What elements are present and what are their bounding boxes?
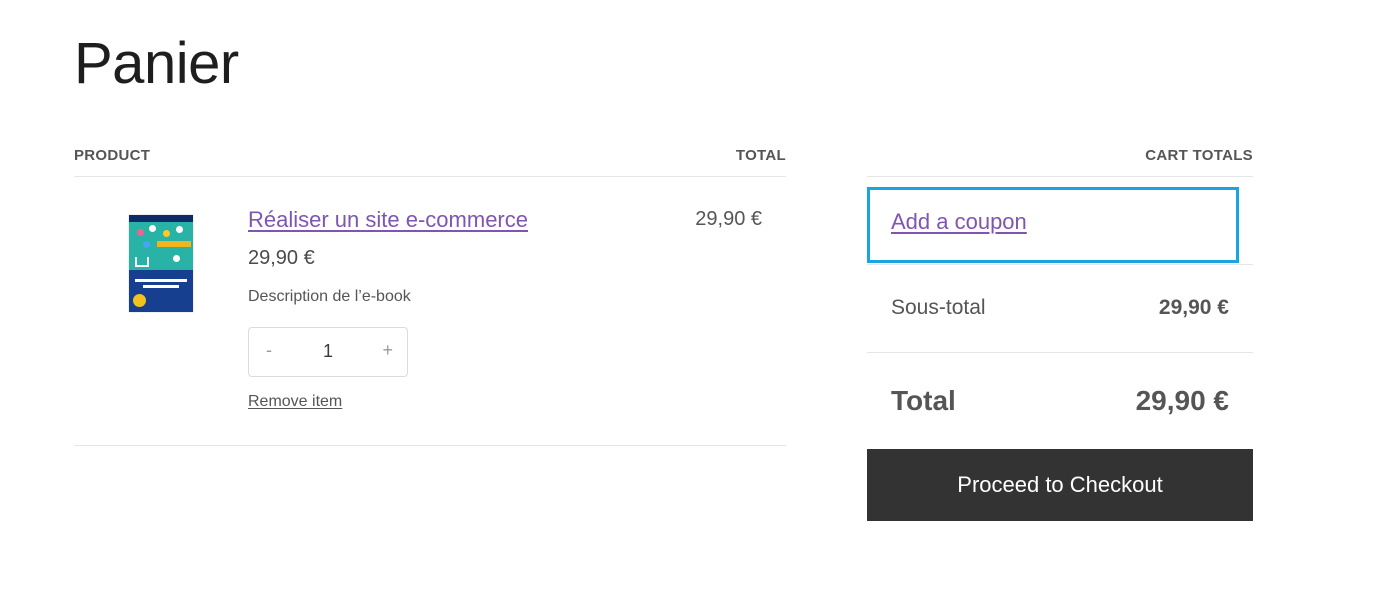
cart-totals-header: CART TOTALS bbox=[867, 140, 1253, 177]
thumbnail-dot bbox=[149, 225, 156, 232]
total-value: 29,90 € bbox=[1135, 385, 1229, 416]
thumbnail-dot bbox=[176, 226, 183, 233]
subtotal-value: 29,90 € bbox=[1158, 296, 1229, 319]
thumbnail-dot bbox=[173, 255, 180, 262]
thumbnail-top-band bbox=[129, 215, 193, 222]
cart-item-row: Réaliser un site e-commerce 29,90 € Desc… bbox=[74, 177, 786, 446]
remove-item-link[interactable]: Remove item bbox=[248, 393, 342, 411]
thumbnail-badge bbox=[133, 294, 146, 307]
cart-totals-panel: CART TOTALS Add a coupon Sous-total 29,9… bbox=[867, 140, 1253, 521]
thumbnail-title-line bbox=[135, 279, 187, 282]
quantity-stepper[interactable]: - 1 + bbox=[248, 327, 408, 377]
column-header-total: TOTAL bbox=[735, 147, 786, 164]
column-header-product: PRODUCT bbox=[74, 147, 151, 164]
subtotal-label: Sous-total bbox=[891, 296, 986, 319]
cart-table-header: PRODUCT TOTAL bbox=[74, 140, 786, 177]
product-thumbnail[interactable] bbox=[129, 215, 193, 312]
cart-page: Panier PRODUCT TOTAL Réaliser un site e-… bbox=[0, 0, 1382, 612]
product-description: Description de l’e-book bbox=[248, 288, 411, 305]
thumbnail-dot bbox=[163, 230, 170, 237]
coupon-highlight-box: Add a coupon bbox=[867, 187, 1239, 263]
divider bbox=[867, 352, 1253, 353]
quantity-increase-button[interactable]: + bbox=[382, 340, 393, 361]
proceed-to-checkout-button[interactable]: Proceed to Checkout bbox=[867, 449, 1253, 521]
product-name-link[interactable]: Réaliser un site e-commerce bbox=[248, 207, 528, 233]
thumbnail-ribbon bbox=[157, 241, 191, 247]
line-total: 29,90 € bbox=[695, 208, 762, 230]
thumbnail-dot bbox=[143, 241, 150, 248]
add-coupon-link[interactable]: Add a coupon bbox=[891, 209, 1027, 235]
thumbnail-cart-icon bbox=[135, 257, 149, 267]
cart-totals-heading: CART TOTALS bbox=[1145, 147, 1253, 164]
thumbnail-title-line bbox=[143, 285, 179, 288]
cart-table: PRODUCT TOTAL Réaliser un site e-commerc… bbox=[74, 140, 786, 446]
thumbnail-dot bbox=[137, 229, 144, 236]
page-title: Panier bbox=[74, 31, 239, 96]
product-unit-price: 29,90 € bbox=[248, 247, 315, 269]
total-label: Total bbox=[891, 385, 956, 416]
divider bbox=[867, 264, 1253, 265]
